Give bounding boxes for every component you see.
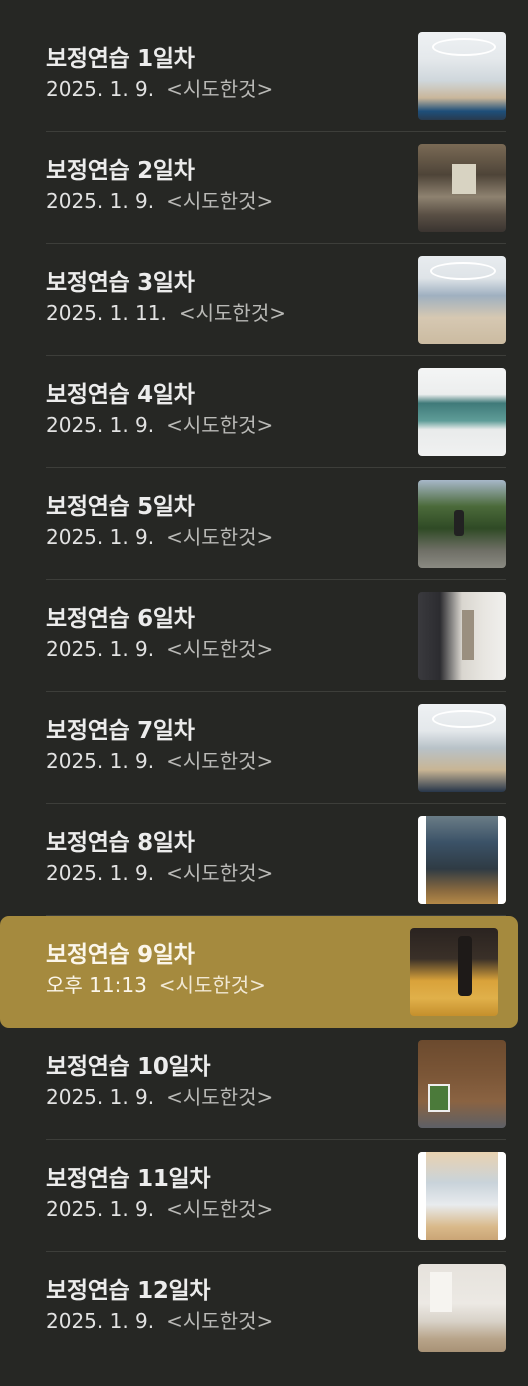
note-text: 보정연습 10일차 2025. 1. 9. <시도한것> [46, 1053, 273, 1110]
note-title: 보정연습 8일차 [46, 830, 195, 856]
note-title: 보정연습 3일차 [46, 270, 195, 296]
note-date: 2025. 1. 11. [46, 301, 167, 325]
note-row[interactable]: 보정연습 2일차 2025. 1. 9. <시도한것> [46, 132, 506, 244]
note-date: 2025. 1. 9. [46, 749, 155, 773]
note-title: 보정연습 2일차 [46, 158, 195, 184]
note-preview: <시도한것> [166, 413, 274, 437]
note-meta: 2025. 1. 9. <시도한것> [46, 636, 273, 662]
note-text: 보정연습 1일차 2025. 1. 9. <시도한것> [46, 45, 273, 102]
note-meta: 2025. 1. 9. <시도한것> [46, 1084, 273, 1110]
note-title: 보정연습 6일차 [46, 606, 195, 632]
note-title: 보정연습 5일차 [46, 494, 195, 520]
note-title: 보정연습 10일차 [46, 1054, 211, 1080]
note-row[interactable]: 보정연습 8일차 2025. 1. 9. <시도한것> [46, 804, 506, 916]
note-text: 보정연습 11일차 2025. 1. 9. <시도한것> [46, 1165, 273, 1222]
note-row[interactable]: 보정연습 3일차 2025. 1. 11. <시도한것> [46, 244, 506, 356]
note-preview: <시도한것> [158, 973, 266, 997]
note-date: 2025. 1. 9. [46, 77, 155, 101]
note-meta: 2025. 1. 9. <시도한것> [46, 412, 273, 438]
note-title: 보정연습 12일차 [46, 1278, 211, 1304]
note-preview: <시도한것> [166, 1085, 274, 1109]
note-row[interactable]: 보정연습 12일차 2025. 1. 9. <시도한것> [46, 1252, 506, 1364]
note-meta: 2025. 1. 9. <시도한것> [46, 860, 273, 886]
note-text: 보정연습 6일차 2025. 1. 9. <시도한것> [46, 605, 273, 662]
note-title: 보정연습 4일차 [46, 382, 195, 408]
note-meta: 2025. 1. 11. <시도한것> [46, 300, 286, 326]
note-thumbnail [418, 1152, 506, 1240]
note-date: 2025. 1. 9. [46, 637, 155, 661]
note-text: 보정연습 3일차 2025. 1. 11. <시도한것> [46, 269, 286, 326]
note-row[interactable]: 보정연습 1일차 2025. 1. 9. <시도한것> [46, 20, 506, 132]
note-thumbnail [418, 816, 506, 904]
note-preview: <시도한것> [178, 301, 286, 325]
note-date: 2025. 1. 9. [46, 1085, 155, 1109]
note-preview: <시도한것> [166, 77, 274, 101]
note-row[interactable]: 보정연습 6일차 2025. 1. 9. <시도한것> [46, 580, 506, 692]
note-meta: 2025. 1. 9. <시도한것> [46, 1196, 273, 1222]
note-row[interactable]: 보정연습 11일차 2025. 1. 9. <시도한것> [46, 1140, 506, 1252]
note-thumbnail [418, 1264, 506, 1352]
note-meta: 2025. 1. 9. <시도한것> [46, 524, 273, 550]
note-title: 보정연습 7일차 [46, 718, 195, 744]
note-thumbnail [418, 1040, 506, 1128]
note-date: 2025. 1. 9. [46, 413, 155, 437]
note-meta: 오후 11:13 <시도한것> [46, 972, 266, 998]
note-preview: <시도한것> [166, 749, 274, 773]
note-thumbnail [410, 928, 498, 1016]
note-meta: 2025. 1. 9. <시도한것> [46, 748, 273, 774]
note-text: 보정연습 8일차 2025. 1. 9. <시도한것> [46, 829, 273, 886]
note-preview: <시도한것> [166, 1309, 274, 1333]
note-meta: 2025. 1. 9. <시도한것> [46, 76, 273, 102]
note-preview: <시도한것> [166, 861, 274, 885]
note-row[interactable]: 보정연습 4일차 2025. 1. 9. <시도한것> [46, 356, 506, 468]
note-thumbnail [418, 32, 506, 120]
note-row[interactable]: 보정연습 7일차 2025. 1. 9. <시도한것> [46, 692, 506, 804]
note-title: 보정연습 9일차 [46, 942, 195, 968]
notes-list: 보정연습 1일차 2025. 1. 9. <시도한것> 보정연습 2일차 2025… [0, 0, 528, 1364]
note-title: 보정연습 1일차 [46, 46, 195, 72]
note-title: 보정연습 11일차 [46, 1166, 211, 1192]
note-meta: 2025. 1. 9. <시도한것> [46, 188, 273, 214]
note-thumbnail [418, 592, 506, 680]
note-row[interactable]: 보정연습 10일차 2025. 1. 9. <시도한것> [46, 1028, 506, 1140]
note-thumbnail [418, 704, 506, 792]
note-thumbnail [418, 480, 506, 568]
note-date: 2025. 1. 9. [46, 1309, 155, 1333]
note-date: 오후 11:13 [46, 973, 147, 997]
note-preview: <시도한것> [166, 525, 274, 549]
note-thumbnail [418, 256, 506, 344]
note-text: 보정연습 4일차 2025. 1. 9. <시도한것> [46, 381, 273, 438]
note-date: 2025. 1. 9. [46, 189, 155, 213]
note-preview: <시도한것> [166, 1197, 274, 1221]
note-date: 2025. 1. 9. [46, 1197, 155, 1221]
note-thumbnail [418, 144, 506, 232]
note-date: 2025. 1. 9. [46, 861, 155, 885]
note-text: 보정연습 9일차 오후 11:13 <시도한것> [46, 941, 266, 998]
note-preview: <시도한것> [166, 189, 274, 213]
note-text: 보정연습 2일차 2025. 1. 9. <시도한것> [46, 157, 273, 214]
note-text: 보정연습 5일차 2025. 1. 9. <시도한것> [46, 493, 273, 550]
note-meta: 2025. 1. 9. <시도한것> [46, 1308, 273, 1334]
note-thumbnail [418, 368, 506, 456]
note-row-selected[interactable]: 보정연습 9일차 오후 11:13 <시도한것> [0, 916, 518, 1028]
note-date: 2025. 1. 9. [46, 525, 155, 549]
note-text: 보정연습 12일차 2025. 1. 9. <시도한것> [46, 1277, 273, 1334]
note-preview: <시도한것> [166, 637, 274, 661]
note-text: 보정연습 7일차 2025. 1. 9. <시도한것> [46, 717, 273, 774]
note-row[interactable]: 보정연습 5일차 2025. 1. 9. <시도한것> [46, 468, 506, 580]
